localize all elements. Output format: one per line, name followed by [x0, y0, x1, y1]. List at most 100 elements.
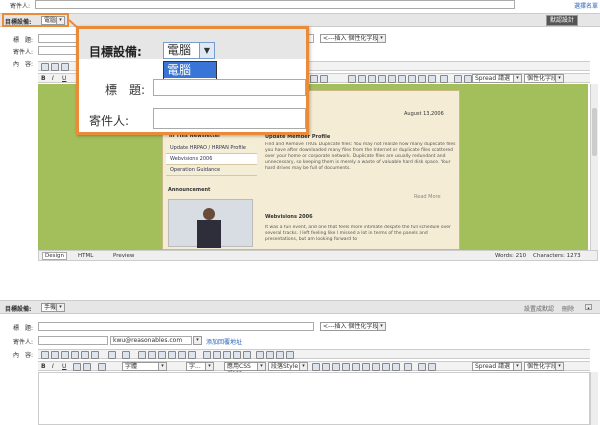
editor2-scrollbar[interactable]: [590, 372, 598, 425]
editor2-content[interactable]: [38, 372, 590, 425]
manage-list-link[interactable]: 選擇名單: [574, 1, 598, 10]
form-icon[interactable]: [428, 75, 436, 83]
indent-icon[interactable]: [256, 351, 264, 359]
omega-icon[interactable]: [404, 363, 412, 371]
ordered-list-icon[interactable]: [320, 75, 328, 83]
hr-icon[interactable]: [428, 363, 436, 371]
set-default-link[interactable]: 設置成默認: [524, 304, 554, 313]
editor1-scrollbar[interactable]: [590, 84, 598, 250]
section2-title-input[interactable]: [38, 322, 314, 331]
preview-tab[interactable]: Preview: [113, 253, 134, 259]
scrollbar-thumb[interactable]: [592, 108, 597, 156]
italic-icon[interactable]: I: [52, 363, 54, 370]
align-center-icon[interactable]: [213, 351, 221, 359]
redo-icon[interactable]: [122, 351, 130, 359]
cut-icon[interactable]: [41, 351, 49, 359]
copy-icon[interactable]: [71, 351, 79, 359]
source-icon[interactable]: [91, 351, 99, 359]
outdent-icon[interactable]: [266, 351, 274, 359]
align-justify-icon[interactable]: [233, 351, 241, 359]
read-more-link[interactable]: Read More: [414, 194, 441, 200]
print-icon[interactable]: [51, 63, 59, 71]
find-icon[interactable]: [61, 63, 69, 71]
personal-field-select[interactable]: 個性化字段 ▾: [524, 74, 564, 83]
list-icon[interactable]: [310, 75, 318, 83]
section2-device-select[interactable]: 手機 ▾: [41, 303, 65, 312]
callout-title-input[interactable]: [153, 79, 306, 96]
link-icon[interactable]: [332, 363, 340, 371]
print-icon[interactable]: [51, 351, 59, 359]
align-left-icon[interactable]: [203, 351, 211, 359]
callout-device-select[interactable]: 電腦 ▼: [163, 42, 215, 59]
table-icon[interactable]: [348, 75, 356, 83]
media-icon[interactable]: [372, 363, 380, 371]
bold-icon[interactable]: [41, 63, 49, 71]
side-item-operation-guidance[interactable]: Operation Guidance: [166, 165, 257, 176]
html-tab[interactable]: HTML: [78, 253, 93, 259]
brush-icon[interactable]: [188, 351, 196, 359]
side-item-update-profile[interactable]: Update HRPAO / HRPAN Profile: [166, 143, 257, 154]
align-right-icon[interactable]: [223, 351, 231, 359]
section2-sender-email-input[interactable]: kwu@reasonables.com: [110, 336, 192, 345]
image-icon[interactable]: [322, 363, 330, 371]
spread-select[interactable]: Spread 請選 ▾: [472, 74, 522, 83]
omega-icon[interactable]: [440, 75, 448, 83]
size-select[interactable]: 字... ▾: [186, 362, 214, 371]
flash-icon[interactable]: [382, 363, 390, 371]
spell-icon[interactable]: [388, 75, 396, 83]
strike-icon[interactable]: [73, 363, 81, 371]
bold-icon[interactable]: B: [41, 363, 46, 370]
add-reply-link[interactable]: 添加回覆地址: [206, 337, 242, 346]
section2-content-label: 內 容:: [13, 352, 34, 359]
section2-sender-name-input[interactable]: [38, 336, 108, 345]
link-icon[interactable]: [368, 75, 376, 83]
side-item-webvisions[interactable]: Webvisions 2006: [166, 154, 257, 165]
default-design-button[interactable]: 默認設計: [546, 15, 579, 26]
sender-email-select[interactable]: ▾: [193, 336, 202, 345]
paste-word-icon[interactable]: [158, 351, 166, 359]
font-color-icon[interactable]: [83, 363, 91, 371]
design-tab[interactable]: Design: [42, 252, 67, 260]
collapse-icon[interactable]: ▴: [585, 304, 592, 310]
find-icon[interactable]: [61, 351, 69, 359]
newsletter-date: August 13,2006: [404, 111, 444, 117]
css-class-select[interactable]: 應用CSS class▾: [224, 362, 266, 377]
align-full-icon[interactable]: [243, 351, 251, 359]
format-icon[interactable]: [168, 351, 176, 359]
font-select[interactable]: 字體 ▾: [122, 362, 167, 371]
image-icon[interactable]: [358, 75, 366, 83]
flash-icon[interactable]: [418, 75, 426, 83]
personal-field-select-2[interactable]: 個性化字段 ▾: [524, 362, 564, 371]
flag-icon[interactable]: [378, 75, 386, 83]
table-icon[interactable]: [312, 363, 320, 371]
bold-icon[interactable]: B: [41, 75, 46, 82]
underline-icon[interactable]: U: [62, 363, 66, 370]
cut2-icon[interactable]: [138, 351, 146, 359]
underline-icon[interactable]: U: [62, 75, 66, 82]
undo-icon[interactable]: [108, 351, 116, 359]
style-select[interactable]: 段落Style ▾: [268, 362, 308, 371]
flag-icon[interactable]: [342, 363, 350, 371]
highlight-icon[interactable]: [98, 363, 106, 371]
spread-select-2[interactable]: Spread 請選 ▾: [472, 362, 522, 371]
delete-link[interactable]: 刪除: [562, 304, 574, 313]
editor2-toolbar-row1: [38, 349, 590, 359]
bullet-list-icon[interactable]: [276, 351, 284, 359]
paragraph-icon[interactable]: [454, 75, 462, 83]
globe-icon[interactable]: [362, 363, 370, 371]
spell-icon[interactable]: [352, 363, 360, 371]
section1-insert-field-select[interactable]: <---插入 個性化字段--- ▾: [320, 34, 386, 43]
callout-sender-input[interactable]: [153, 108, 306, 129]
paste-icon[interactable]: [81, 351, 89, 359]
hr-icon[interactable]: [464, 75, 472, 83]
spellcheck-icon[interactable]: [178, 351, 186, 359]
globe-icon[interactable]: [398, 75, 406, 83]
form-icon[interactable]: [392, 363, 400, 371]
section2-insert-field-select[interactable]: <---插入 個性化字段--- ▾: [320, 322, 386, 331]
italic-icon[interactable]: I: [52, 75, 54, 82]
media-icon[interactable]: [408, 75, 416, 83]
paragraph-icon[interactable]: [418, 363, 426, 371]
dropdown-option-computer[interactable]: 電腦: [164, 62, 216, 78]
number-list-icon[interactable]: [286, 351, 294, 359]
paste-text-icon[interactable]: [148, 351, 156, 359]
